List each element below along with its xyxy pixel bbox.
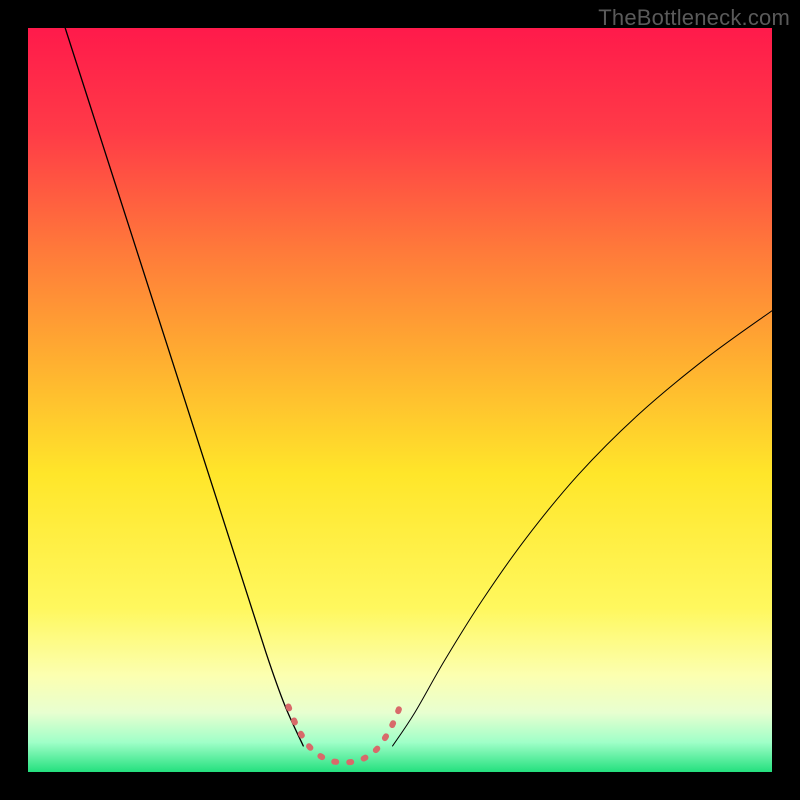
watermark-text: TheBottleneck.com — [598, 5, 790, 31]
gradient-background — [28, 28, 772, 772]
plot-area — [28, 28, 772, 772]
chart-svg — [28, 28, 772, 772]
chart-frame: TheBottleneck.com — [0, 0, 800, 800]
